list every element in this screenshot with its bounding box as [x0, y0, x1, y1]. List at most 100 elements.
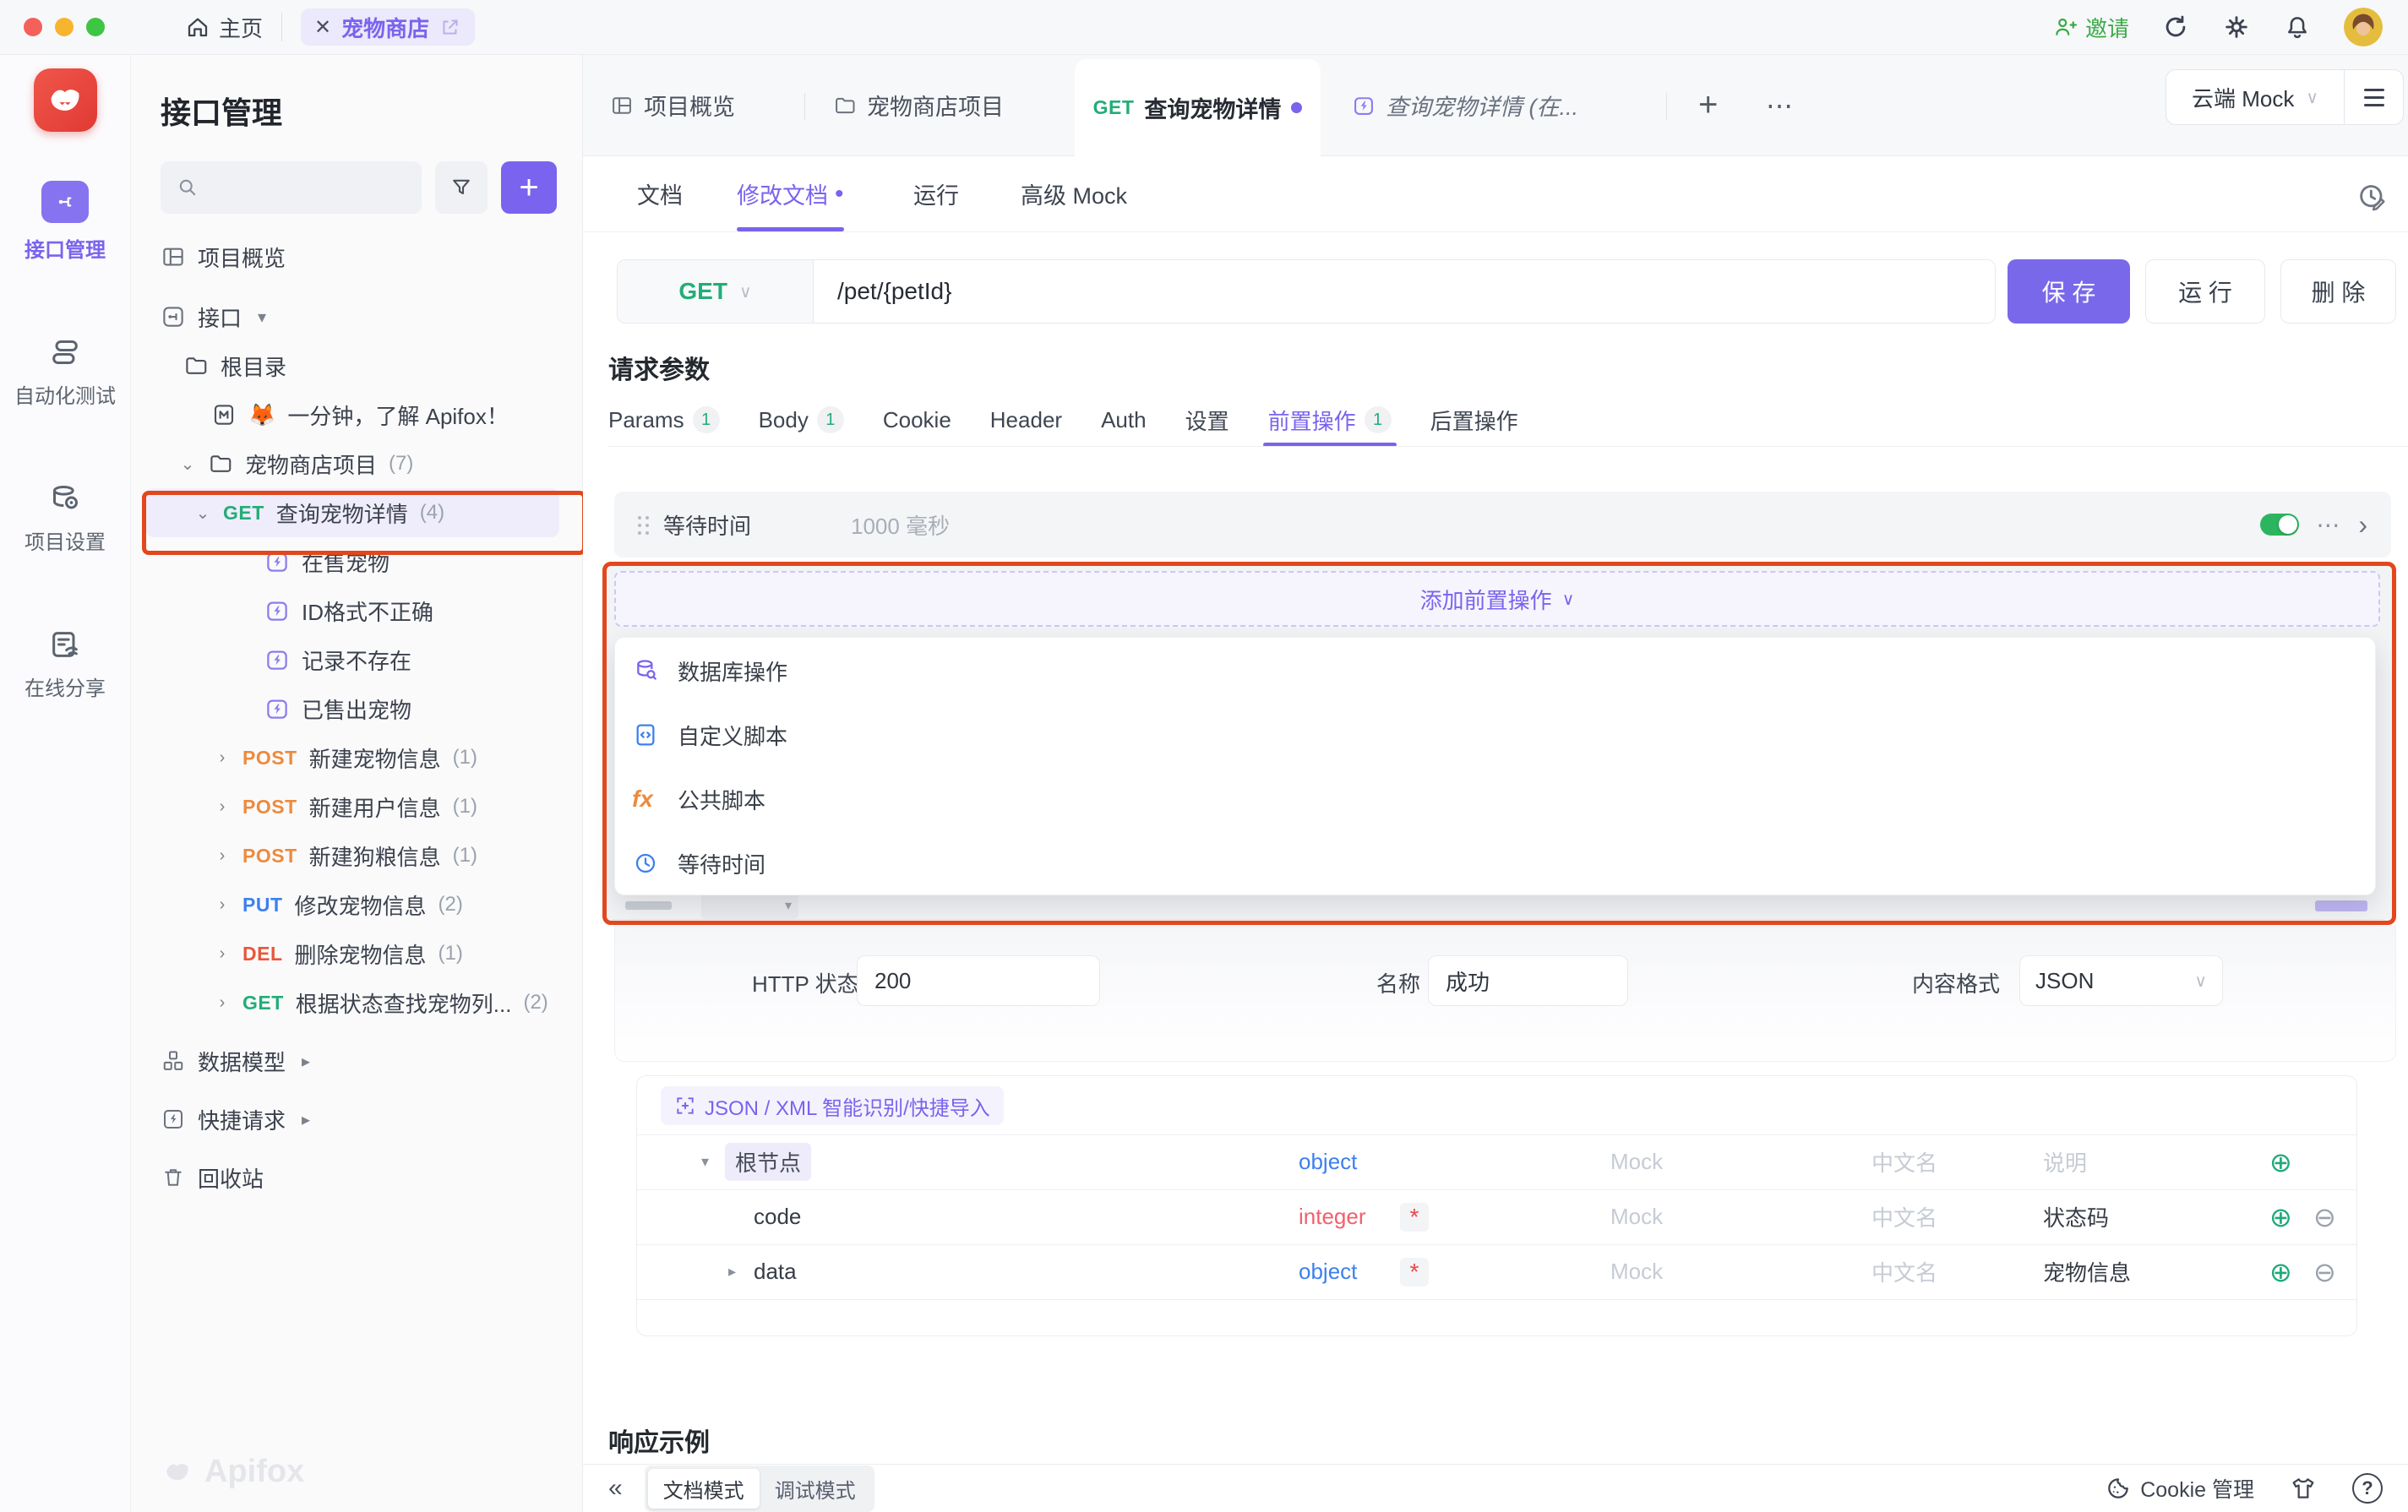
expand-caret-icon[interactable]: ▸ [728, 1244, 736, 1299]
field-name[interactable]: data [754, 1244, 797, 1299]
tab-doc[interactable]: 文档 [637, 156, 683, 231]
remove-field-icon[interactable]: ⊖ [2313, 1189, 2336, 1244]
schema-row-root[interactable]: ▾ 根节点 object Mock 中文名 说明 ⊕ [637, 1134, 2356, 1189]
tab-pre-operations[interactable]: 前置操作1 [1268, 393, 1392, 447]
workspace-tab-overview[interactable]: 项目概览 [610, 55, 796, 155]
workspace-tab-draft-case[interactable]: 查询宠物详情 (在... [1352, 55, 1614, 155]
chevron-right-icon[interactable]: › [214, 944, 231, 964]
tab-cookie[interactable]: Cookie [883, 393, 951, 447]
method-select[interactable]: GET ∨ [618, 260, 814, 323]
tree-folder-petstore[interactable]: ⌄ 宠物商店项目 (7) [131, 439, 582, 488]
chevron-right-icon[interactable]: ▸ [297, 1109, 314, 1130]
tab-settings[interactable]: 设置 [1185, 393, 1229, 447]
field-type[interactable]: integer [1299, 1189, 1366, 1244]
schema-row-data[interactable]: ▸ data object * Mock 中文名 宠物信息 ⊕ ⊖ [637, 1244, 2356, 1299]
mock-placeholder[interactable]: Mock [1610, 1134, 1663, 1189]
tab-edit-doc[interactable]: 修改文档• [737, 156, 844, 231]
tree-doc-intro[interactable]: 🦊 一分钟，了解 Apifox！ [131, 390, 582, 439]
maximize-window-button[interactable] [86, 18, 105, 36]
new-tab-button[interactable]: + [1698, 55, 1741, 155]
tree-case-on-sale[interactable]: 在售宠物 [131, 537, 582, 586]
chevron-right-icon[interactable]: › [214, 993, 231, 1013]
chevron-right-icon[interactable]: › [214, 895, 231, 915]
tab-post-operations[interactable]: 后置操作 [1430, 393, 1518, 447]
field-name[interactable]: code [754, 1189, 801, 1244]
mock-env-select[interactable]: 云端 Mock ∨ [2166, 82, 2344, 113]
field-type[interactable]: object [1299, 1134, 1357, 1189]
sidebar-item-data-models[interactable]: 数据模型 ▸ [131, 1036, 582, 1085]
menu-item-database-operation[interactable]: 数据库操作 [615, 639, 2375, 703]
rail-item-api-management[interactable]: 接口管理 [25, 181, 106, 263]
workspace-tab-project[interactable]: 宠物商店项目 [833, 55, 1044, 155]
pre-op-wait-row[interactable]: 等待时间 1000 毫秒 ⋯ › [614, 492, 2391, 557]
tree-case-bad-id[interactable]: ID格式不正确 [131, 586, 582, 635]
remove-field-icon[interactable]: ⊖ [2313, 1244, 2336, 1299]
sidebar-item-apis[interactable]: 接口 ▾ [131, 292, 582, 341]
field-description[interactable]: 状态码 [2043, 1189, 2109, 1244]
http-status-input[interactable] [857, 955, 1100, 1006]
tree-endpoint-post-create-dogfood[interactable]: › POST 新建狗粮信息 (1) [131, 831, 582, 880]
tree-endpoint-del-delete-pet[interactable]: › DEL 删除宠物信息 (1) [131, 929, 582, 978]
tab-advanced-mock[interactable]: 高级 Mock [1021, 156, 1127, 231]
tree-endpoint-post-create-user[interactable]: › POST 新建用户信息 (1) [131, 782, 582, 831]
env-menu-button[interactable] [2344, 70, 2403, 124]
tab-body[interactable]: Body1 [759, 393, 844, 447]
drag-handle-icon[interactable] [638, 516, 641, 519]
open-external-icon[interactable] [439, 16, 461, 38]
add-field-icon[interactable]: ⊕ [2269, 1189, 2292, 1244]
more-options-icon[interactable]: ⋯ [2316, 511, 2341, 539]
collapse-caret-icon[interactable]: ▾ [701, 1134, 709, 1189]
save-button[interactable]: 保 存 [2008, 259, 2130, 324]
sync-icon[interactable] [2161, 13, 2190, 41]
tree-case-sold[interactable]: 已售出宠物 [131, 684, 582, 733]
tab-params[interactable]: Params1 [608, 393, 720, 447]
debug-mode-button[interactable]: 调试模式 [760, 1469, 871, 1509]
cn-name-placeholder[interactable]: 中文名 [1871, 1244, 1937, 1299]
close-tab-icon[interactable]: ✕ [314, 15, 331, 40]
history-icon[interactable] [2356, 180, 2389, 214]
settings-gear-icon[interactable] [2222, 13, 2251, 41]
enable-toggle[interactable] [2260, 514, 2299, 536]
tree-endpoint-get-pet-detail-selected[interactable]: ⌄ GET 查询宠物详情 (4) [145, 488, 559, 537]
chevron-right-icon[interactable]: › [214, 846, 231, 866]
description-placeholder[interactable]: 说明 [2043, 1134, 2087, 1189]
help-icon[interactable]: ? [2352, 1473, 2383, 1504]
cn-name-placeholder[interactable]: 中文名 [1871, 1134, 1937, 1189]
field-type[interactable]: object [1299, 1244, 1357, 1299]
cn-name-placeholder[interactable]: 中文名 [1871, 1189, 1937, 1244]
menu-item-custom-script[interactable]: 自定义脚本 [615, 703, 2375, 767]
response-name-input[interactable] [1428, 955, 1628, 1006]
field-description[interactable]: 宠物信息 [2043, 1244, 2131, 1299]
add-endpoint-button[interactable]: + [501, 161, 557, 214]
schema-row-code[interactable]: code integer * Mock 中文名 状态码 ⊕ ⊖ [637, 1189, 2356, 1244]
mock-placeholder[interactable]: Mock [1610, 1189, 1663, 1244]
tree-folder-root[interactable]: 根目录 [131, 341, 582, 390]
project-tab[interactable]: ✕ 宠物商店 [301, 8, 475, 46]
add-field-icon[interactable]: ⊕ [2269, 1134, 2292, 1189]
chevron-right-icon[interactable]: › [214, 797, 231, 817]
chevron-right-icon[interactable]: › [2358, 509, 2367, 541]
close-window-button[interactable] [24, 18, 42, 36]
tree-endpoint-post-create-pet[interactable]: › POST 新建宠物信息 (1) [131, 733, 582, 782]
doc-mode-button[interactable]: 文档模式 [648, 1469, 760, 1509]
content-format-select[interactable]: JSON ∨ [2019, 955, 2223, 1006]
menu-item-wait-time[interactable]: 等待时间 [615, 831, 2375, 895]
invite-button[interactable]: 邀请 [2053, 12, 2129, 43]
notifications-bell-icon[interactable] [2283, 13, 2312, 41]
chevron-down-icon[interactable]: ⌄ [194, 503, 211, 524]
add-field-icon[interactable]: ⊕ [2269, 1244, 2292, 1299]
delete-button[interactable]: 删 除 [2280, 259, 2396, 324]
chevron-down-icon[interactable]: ⌄ [179, 454, 196, 475]
search-input[interactable] [161, 161, 422, 214]
sidebar-item-recycle-bin[interactable]: 回收站 [131, 1153, 582, 1202]
tshirt-icon[interactable] [2290, 1475, 2317, 1502]
tree-endpoint-get-find-by-status[interactable]: › GET 根据状态查找宠物列... (2) [131, 978, 582, 1027]
chevron-right-icon[interactable]: › [214, 748, 231, 768]
tab-auth[interactable]: Auth [1101, 393, 1147, 447]
add-pre-operation-button[interactable]: 添加前置操作 ∨ [614, 571, 2380, 627]
tab-run[interactable]: 运行 [913, 156, 959, 231]
menu-item-public-script[interactable]: fx 公共脚本 [615, 767, 2375, 831]
sidebar-item-project-overview[interactable]: 项目概览 [131, 232, 582, 281]
filter-button[interactable] [435, 161, 488, 214]
mock-placeholder[interactable]: Mock [1610, 1244, 1663, 1299]
